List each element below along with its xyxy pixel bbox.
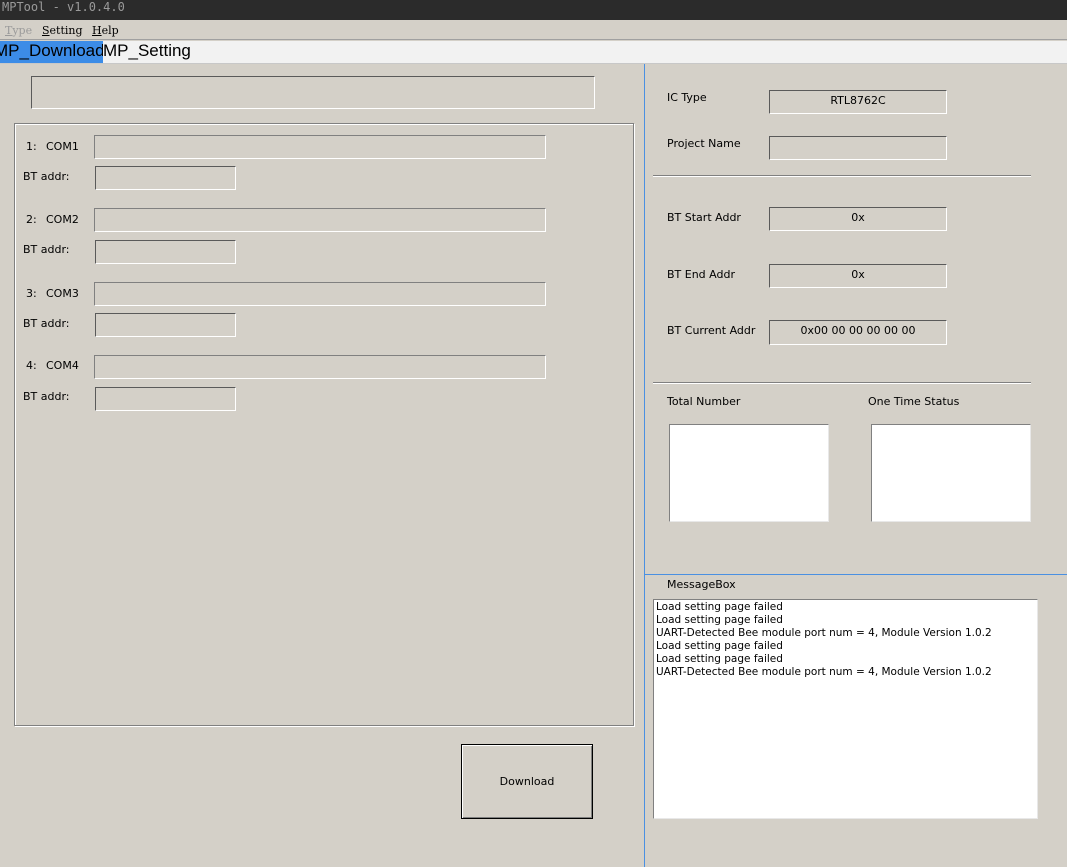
port-1-bt-addr-field[interactable] bbox=[95, 166, 236, 190]
port-1-bt-label: BT addr: bbox=[23, 170, 70, 183]
port-4-status-field bbox=[94, 355, 546, 379]
one-time-status-label: One Time Status bbox=[868, 395, 960, 408]
bt-current-value: 0x00 00 00 00 00 00 bbox=[800, 324, 916, 337]
message-line: UART-Detected Bee module port num = 4, M… bbox=[656, 627, 992, 639]
ic-type-value: RTL8762C bbox=[830, 94, 886, 107]
project-name-field bbox=[769, 136, 947, 160]
messagebox-label: MessageBox bbox=[667, 578, 736, 591]
message-line: Load setting page failed bbox=[656, 640, 783, 652]
port-4-bt-label: BT addr: bbox=[23, 390, 70, 403]
tab-mp-setting[interactable]: MP_Setting bbox=[103, 41, 223, 63]
message-line: UART-Detected Bee module port num = 4, M… bbox=[656, 666, 992, 678]
tab-bar: MP_Download MP_Setting bbox=[0, 41, 1067, 64]
ic-type-field: RTL8762C bbox=[769, 90, 947, 114]
ic-type-label: IC Type bbox=[667, 91, 707, 104]
port-3-name: COM3 bbox=[46, 287, 79, 300]
message-line: Load setting page failed bbox=[656, 614, 783, 626]
message-line: Load setting page failed bbox=[656, 653, 783, 665]
total-number-label: Total Number bbox=[667, 395, 741, 408]
window-title: MPTool - v1.0.4.0 bbox=[2, 0, 125, 14]
vertical-divider bbox=[644, 64, 645, 867]
window-title-bar: MPTool - v1.0.4.0 bbox=[0, 0, 1067, 20]
separator-1 bbox=[653, 175, 1031, 177]
port-2-name: COM2 bbox=[46, 213, 79, 226]
download-button[interactable]: Download bbox=[461, 744, 593, 819]
port-2-bt-label: BT addr: bbox=[23, 243, 70, 256]
bt-end-label: BT End Addr bbox=[667, 268, 735, 281]
separator-2 bbox=[653, 382, 1031, 384]
port-4-index: 4: bbox=[26, 359, 37, 372]
tab-mp-download[interactable]: MP_Download bbox=[0, 41, 103, 63]
tab-mp-download-label: MP_Download bbox=[0, 41, 103, 60]
messagebox[interactable]: Load setting page failed Load setting pa… bbox=[653, 599, 1038, 819]
menu-type[interactable]: Type bbox=[5, 24, 32, 37]
port-2-status-field bbox=[94, 208, 546, 232]
message-divider bbox=[645, 574, 1067, 575]
port-4-bt-addr-field[interactable] bbox=[95, 387, 236, 411]
bt-current-field: 0x00 00 00 00 00 00 bbox=[769, 320, 947, 345]
bt-start-field: 0x bbox=[769, 207, 947, 231]
bt-end-field: 0x bbox=[769, 264, 947, 288]
port-2-index: 2: bbox=[26, 213, 37, 226]
port-3-bt-label: BT addr: bbox=[23, 317, 70, 330]
bt-end-value: 0x bbox=[851, 268, 865, 281]
port-1-index: 1: bbox=[26, 140, 37, 153]
menu-bar: Type Setting Help bbox=[0, 20, 1067, 40]
bt-start-value: 0x bbox=[851, 211, 865, 224]
port-3-bt-addr-field[interactable] bbox=[95, 313, 236, 337]
project-name-label: Project Name bbox=[667, 137, 741, 150]
port-1-status-field bbox=[94, 135, 546, 159]
message-line: Load setting page failed bbox=[656, 601, 783, 613]
port-1-name: COM1 bbox=[46, 140, 79, 153]
port-3-status-field bbox=[94, 282, 546, 306]
port-4-name: COM4 bbox=[46, 359, 79, 372]
total-number-box bbox=[669, 424, 829, 522]
menu-help[interactable]: Help bbox=[92, 24, 119, 37]
bt-current-label: BT Current Addr bbox=[667, 324, 756, 337]
port-3-index: 3: bbox=[26, 287, 37, 300]
download-button-label: Download bbox=[499, 775, 555, 788]
menu-setting[interactable]: Setting bbox=[42, 24, 83, 37]
tab-mp-setting-label: MP_Setting bbox=[103, 41, 191, 60]
bt-start-label: BT Start Addr bbox=[667, 211, 741, 224]
port-2-bt-addr-field[interactable] bbox=[95, 240, 236, 264]
top-status-field bbox=[31, 76, 595, 109]
one-time-status-box bbox=[871, 424, 1031, 522]
